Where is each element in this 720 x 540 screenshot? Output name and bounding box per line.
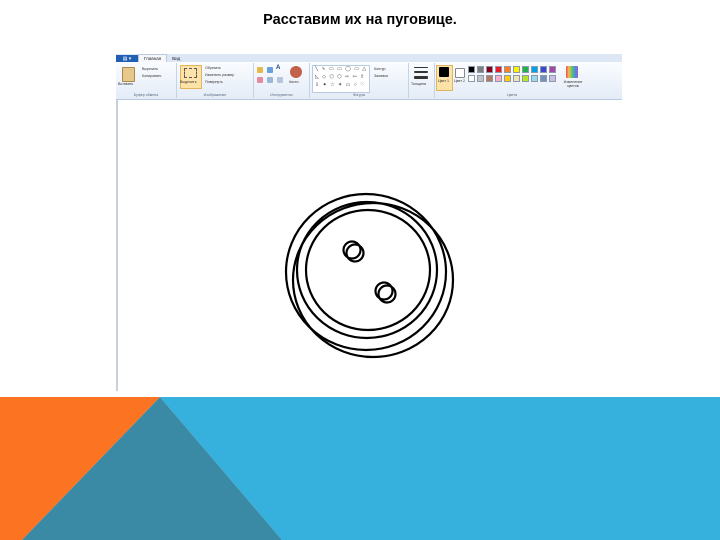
palette-swatch[interactable] xyxy=(477,66,484,73)
palette-swatch[interactable] xyxy=(495,75,502,82)
drawing-canvas[interactable] xyxy=(116,100,622,391)
group-label-shapes: Фигуры xyxy=(352,93,366,97)
eraser-icon[interactable] xyxy=(257,77,263,83)
color1-label: Цвет 1 xyxy=(438,79,450,83)
color2-label[interactable]: Цвет 2 xyxy=(454,79,465,83)
palette-swatch[interactable] xyxy=(531,66,538,73)
shapes-icons-row3: ⇩ ✦ ☆ ✶ ▭ ○ ♡ xyxy=(315,82,366,88)
ribbon: Вставить Вырезать Копировать Буфер обмен… xyxy=(116,62,622,100)
color-picker-icon[interactable] xyxy=(267,77,273,83)
button-inner-ring xyxy=(304,208,432,332)
outline-button[interactable]: Контур xyxy=(374,67,386,71)
slide-title: Расставим их на пуговице. xyxy=(263,12,457,28)
orange-band-shape xyxy=(0,397,160,540)
fill-icon[interactable] xyxy=(267,67,273,73)
paint-window: ▤ ▾ Главная Вид Вставить Вырезать Копиро… xyxy=(116,54,622,391)
edit-colors-button[interactable]: Изменение цветов xyxy=(559,80,587,88)
pencil-icon[interactable] xyxy=(257,67,263,73)
blue-band-shape xyxy=(160,397,720,540)
palette-swatch[interactable] xyxy=(513,75,520,82)
group-label-clipboard: Буфер обмена xyxy=(133,93,159,97)
fill-button[interactable]: Заливка xyxy=(374,74,388,78)
cut-button[interactable]: Вырезать xyxy=(142,67,158,71)
palette-swatch[interactable] xyxy=(486,75,493,82)
size-icon-3 xyxy=(414,76,428,79)
button-outer-ring xyxy=(284,192,448,352)
palette-swatch[interactable] xyxy=(531,75,538,82)
palette-swatch[interactable] xyxy=(540,75,547,82)
palette-swatch[interactable] xyxy=(504,66,511,73)
teal-band-shape xyxy=(22,397,282,540)
color2-swatch[interactable] xyxy=(455,68,465,78)
palette-swatch[interactable] xyxy=(477,75,484,82)
palette-swatch[interactable] xyxy=(522,75,529,82)
select-label: Выделить xyxy=(180,80,197,84)
palette-swatch[interactable] xyxy=(468,66,475,73)
button-middle-ring xyxy=(295,200,439,340)
brushes-icon[interactable] xyxy=(290,66,302,78)
group-tools: A Кисти Инструменты xyxy=(254,63,310,98)
resize-button[interactable]: Изменить размер xyxy=(205,73,234,77)
brushes-button[interactable]: Кисти xyxy=(289,80,299,84)
text-icon[interactable]: A xyxy=(276,65,280,71)
button-drawing xyxy=(284,192,455,359)
canvas-left-edge xyxy=(116,100,118,391)
shapes-icons-row1: ╲ ∿ ▭ ▭ ◯ ▭ △ xyxy=(315,66,368,72)
palette-swatch[interactable] xyxy=(468,75,475,82)
size-icon-2 xyxy=(414,71,428,73)
paste-button[interactable]: Вставить xyxy=(118,82,133,86)
magnifier-icon[interactable] xyxy=(277,77,283,83)
group-label-tools: Инструменты xyxy=(270,93,293,97)
shapes-icons-row2: ◺ ◇ ⬠ ⬡ ⇨ ⇦ ⇧ xyxy=(315,74,366,80)
edit-colors-icon[interactable] xyxy=(566,66,578,78)
select-icon xyxy=(184,68,197,78)
paste-icon[interactable] xyxy=(122,67,135,82)
palette-swatch[interactable] xyxy=(549,75,556,82)
palette-swatch[interactable] xyxy=(495,66,502,73)
copy-button[interactable]: Копировать xyxy=(142,74,161,78)
paint-titlebar xyxy=(116,54,622,62)
group-image: Выделить Обрезать Изменить размер Поверн… xyxy=(177,63,254,98)
group-colors: Цвет 1 Цвет 2 Изменение цветов Цвета xyxy=(435,63,589,98)
group-shapes: ╲ ∿ ▭ ▭ ◯ ▭ △ ◺ ◇ ⬠ ⬡ ⇨ ⇦ ⇧ ⇩ ✦ ☆ ✶ ▭ ○ … xyxy=(310,63,409,98)
color1-swatch xyxy=(439,67,449,77)
size-icon[interactable] xyxy=(414,67,428,68)
palette-swatch[interactable] xyxy=(549,66,556,73)
group-size: Толщина xyxy=(409,63,435,98)
crop-button[interactable]: Обрезать xyxy=(205,66,221,70)
palette-swatch[interactable] xyxy=(504,75,511,82)
group-label-image: Изображение xyxy=(203,93,227,97)
palette-swatch[interactable] xyxy=(486,66,493,73)
size-button[interactable]: Толщина xyxy=(411,82,426,86)
group-clipboard: Вставить Вырезать Копировать Буфер обмен… xyxy=(116,63,177,98)
rotate-button[interactable]: Повернуть xyxy=(205,80,223,84)
palette-swatch[interactable] xyxy=(540,66,547,73)
group-label-colors: Цвета xyxy=(506,93,517,97)
palette-swatch[interactable] xyxy=(522,66,529,73)
palette-swatch[interactable] xyxy=(513,66,520,73)
